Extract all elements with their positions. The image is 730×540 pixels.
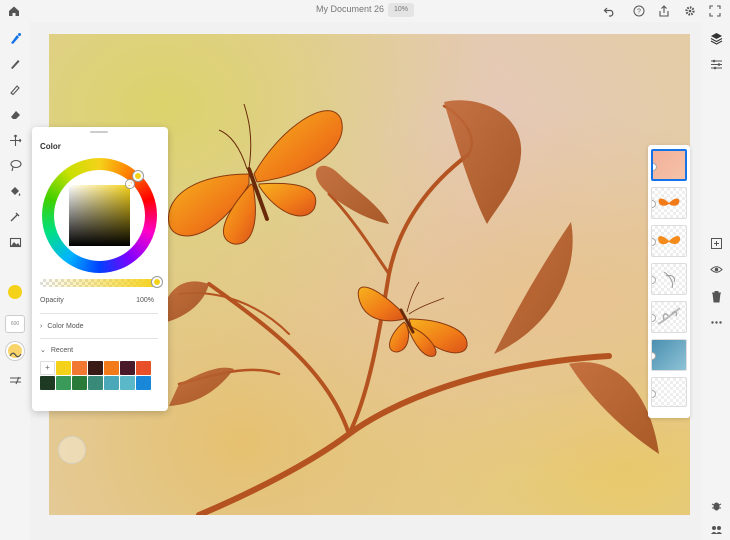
- color-swatch[interactable]: [120, 376, 135, 390]
- color-swatch[interactable]: [56, 361, 71, 375]
- undo-icon[interactable]: [601, 3, 617, 19]
- layers-panel: [648, 145, 690, 418]
- help-icon[interactable]: ?: [631, 3, 647, 19]
- layer-visibility-toggle[interactable]: [652, 390, 656, 398]
- brush-settings-icon[interactable]: [5, 370, 25, 390]
- color-swatch[interactable]: [56, 376, 71, 390]
- layer-visibility-toggle[interactable]: [652, 352, 656, 360]
- divider: [40, 338, 158, 339]
- add-layer-icon[interactable]: [706, 233, 726, 253]
- opacity-value: 100%: [136, 297, 154, 304]
- layer-thumb[interactable]: [651, 225, 687, 257]
- layer-thumb[interactable]: [651, 263, 687, 295]
- svg-text:?: ?: [637, 9, 641, 16]
- color-swatch[interactable]: [40, 376, 55, 390]
- delete-layer-icon[interactable]: [706, 286, 726, 306]
- color-mode-label: Color Mode: [47, 323, 84, 330]
- visibility-icon[interactable]: [706, 259, 726, 279]
- layer-thumb[interactable]: [651, 339, 687, 371]
- settings-icon[interactable]: [682, 3, 698, 19]
- fill-icon[interactable]: [5, 181, 25, 201]
- image-icon[interactable]: [5, 232, 25, 252]
- color-mode-toggle[interactable]: › Color Mode: [40, 323, 84, 330]
- opacity-slider[interactable]: [40, 279, 158, 287]
- saturation-value-square[interactable]: [69, 185, 130, 246]
- eraser-icon[interactable]: [5, 104, 25, 124]
- fullscreen-icon[interactable]: [707, 3, 723, 19]
- top-bar: My Document 26 10% ?: [0, 0, 730, 22]
- opacity-label: Opacity: [40, 297, 64, 304]
- pixel-brush-icon[interactable]: [5, 28, 25, 48]
- color-swatch[interactable]: [136, 361, 151, 375]
- brush-size-chip[interactable]: 600: [5, 315, 25, 333]
- current-color-swatch[interactable]: [8, 285, 22, 299]
- home-icon[interactable]: [6, 3, 22, 19]
- recent-toggle[interactable]: ⌄ Recent: [40, 346, 73, 354]
- color-swatch[interactable]: [104, 361, 119, 375]
- recent-label: Recent: [50, 347, 74, 354]
- brush-stroke-icon[interactable]: [5, 344, 25, 364]
- more-icon[interactable]: [706, 312, 726, 332]
- left-toolbar: 600: [0, 22, 30, 540]
- color-swatch[interactable]: [88, 361, 103, 375]
- divider: [40, 313, 158, 314]
- lasso-icon[interactable]: [5, 155, 25, 175]
- community-icon[interactable]: [706, 519, 726, 539]
- vector-brush-icon[interactable]: [5, 79, 25, 99]
- layer-thumb[interactable]: [651, 377, 687, 407]
- layers-icon[interactable]: [706, 28, 726, 48]
- color-swatch[interactable]: [104, 376, 119, 390]
- layer-visibility-toggle[interactable]: [653, 163, 657, 171]
- properties-icon[interactable]: [706, 54, 726, 74]
- layer-thumb[interactable]: [651, 301, 687, 333]
- touch-modifier-button[interactable]: [58, 436, 86, 464]
- chevron-right-icon: ›: [40, 323, 43, 330]
- color-swatch[interactable]: [88, 376, 103, 390]
- color-wheel[interactable]: [42, 158, 157, 273]
- opacity-slider-handle[interactable]: [152, 277, 162, 287]
- bug-report-icon[interactable]: [706, 495, 726, 515]
- color-swatch[interactable]: [120, 361, 135, 375]
- color-panel-title: Color: [40, 142, 61, 151]
- right-toolbar: [702, 22, 730, 540]
- chevron-down-icon: ⌄: [40, 347, 46, 354]
- layer-thumb[interactable]: [651, 149, 687, 181]
- color-swatch[interactable]: [72, 376, 87, 390]
- share-icon[interactable]: [656, 3, 672, 19]
- recent-swatches: +: [40, 361, 158, 390]
- transform-icon[interactable]: [5, 130, 25, 150]
- panel-grip[interactable]: [90, 131, 108, 133]
- hue-handle[interactable]: [133, 171, 143, 181]
- eyedropper-icon[interactable]: [5, 206, 25, 226]
- color-swatch[interactable]: [136, 376, 151, 390]
- zoom-level[interactable]: 10%: [388, 3, 415, 17]
- color-swatch[interactable]: [72, 361, 87, 375]
- layer-thumb[interactable]: [651, 187, 687, 219]
- live-brush-icon[interactable]: [5, 53, 25, 73]
- color-panel: Color Opacity 100% › Color Mode ⌄ Recent +: [32, 127, 168, 411]
- add-swatch-button[interactable]: +: [40, 361, 55, 375]
- saturation-handle[interactable]: [126, 180, 134, 188]
- document-title[interactable]: My Document 26: [316, 4, 384, 14]
